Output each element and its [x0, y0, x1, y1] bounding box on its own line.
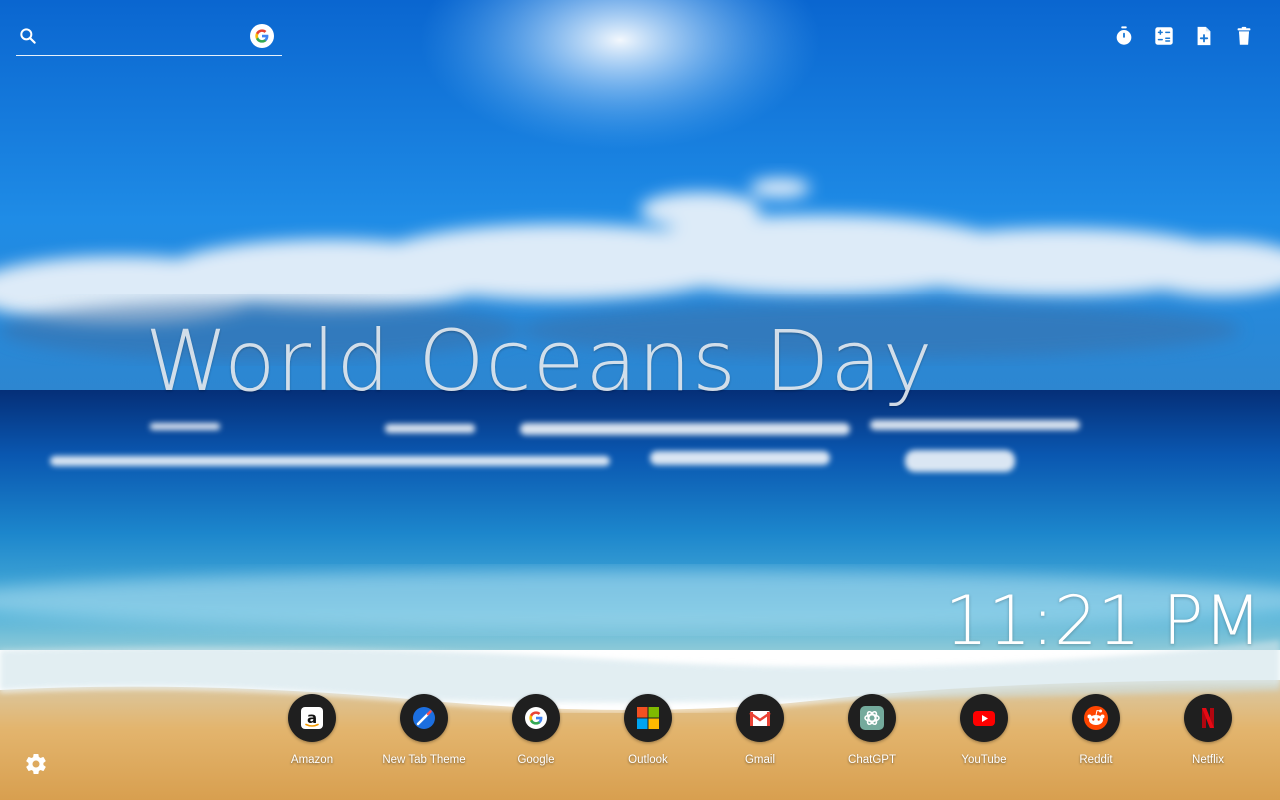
settings-gear-icon[interactable] — [24, 752, 48, 776]
shortcut-label: YouTube — [961, 754, 1007, 766]
calculator-icon[interactable] — [1152, 24, 1176, 48]
shortcut-google[interactable]: Google — [480, 694, 592, 766]
shortcut-label: ChatGPT — [848, 754, 896, 766]
gmail-icon — [749, 711, 771, 726]
youtube-icon — [973, 711, 995, 726]
reddit-icon — [1084, 706, 1108, 730]
search-icon[interactable] — [18, 26, 38, 46]
shortcut-label: Google — [517, 754, 555, 766]
svg-text:a: a — [307, 709, 317, 727]
netflix-icon — [1202, 708, 1214, 728]
new-tab-theme-icon — [413, 707, 435, 729]
shortcut-reddit[interactable]: Reddit — [1040, 694, 1152, 766]
shortcut-gmail[interactable]: Gmail — [704, 694, 816, 766]
shortcut-label: Amazon — [290, 754, 334, 766]
timer-icon[interactable] — [1112, 24, 1136, 48]
amazon-icon: a — [301, 707, 323, 729]
shortcut-youtube[interactable]: YouTube — [928, 694, 1040, 766]
google-search-engine-icon[interactable] — [250, 24, 274, 48]
trash-icon[interactable] — [1232, 24, 1256, 48]
shortcut-label: Gmail — [744, 754, 776, 766]
shortcut-label: New Tab Theme — [382, 754, 466, 766]
new-note-icon[interactable] — [1192, 24, 1216, 48]
shortcut-label: Netflix — [1192, 754, 1224, 766]
shortcuts-bar: a Amazon New Tab Theme Google Outlook Gm… — [256, 694, 1264, 766]
shortcut-new-tab-theme[interactable]: New Tab Theme — [368, 694, 480, 766]
shortcut-chatgpt[interactable]: ChatGPT — [816, 694, 928, 766]
shortcut-netflix[interactable]: Netflix — [1152, 694, 1264, 766]
clock-time: 11:21 PM — [944, 582, 1262, 661]
search-bar — [16, 18, 282, 56]
microsoft-icon — [637, 707, 659, 729]
top-right-toolbar — [1112, 24, 1256, 48]
chatgpt-icon — [860, 706, 884, 730]
shortcut-amazon[interactable]: a Amazon — [256, 694, 368, 766]
shortcut-outlook[interactable]: Outlook — [592, 694, 704, 766]
shortcut-label: Outlook — [628, 754, 668, 766]
google-icon — [525, 707, 547, 729]
search-input[interactable] — [50, 24, 254, 50]
shortcut-label: Reddit — [1079, 754, 1113, 766]
wallpaper-headline: World Oceans Day — [145, 312, 934, 410]
